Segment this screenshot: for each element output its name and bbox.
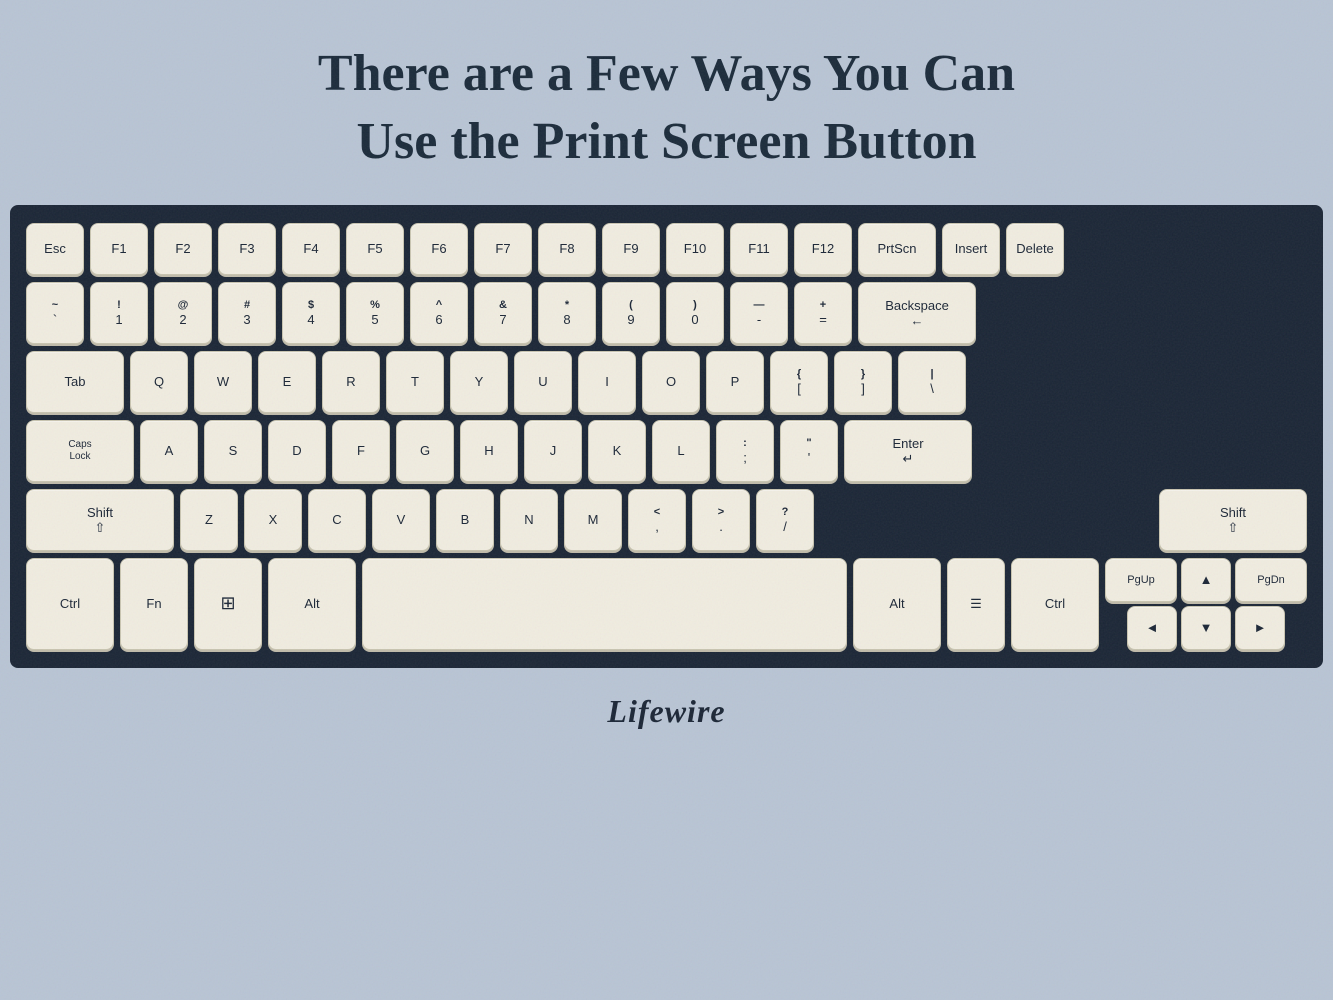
fn-key-row: Esc F1 F2 F3 F4 F5 F6 F7 F8 F9 F10 F11 F… (26, 223, 1307, 275)
key-up[interactable]: ▲ (1181, 558, 1231, 602)
key-shift-left[interactable]: Shift ⇧ (26, 489, 174, 551)
key-n[interactable]: N (500, 489, 558, 551)
key-backspace[interactable]: Backspace ← (858, 282, 976, 344)
key-comma[interactable]: < , (628, 489, 686, 551)
key-h[interactable]: H (460, 420, 518, 482)
number-row: ~ ` ! 1 @ 2 # 3 $ 4 % 5 (26, 282, 1307, 344)
key-f10[interactable]: F10 (666, 223, 724, 275)
key-ctrl-right[interactable]: Ctrl (1011, 558, 1099, 650)
qwerty-row: Tab Q W E R T Y U I O P { [ } ] | \ (26, 351, 1307, 413)
key-enter[interactable]: Enter ↵ (844, 420, 972, 482)
key-s[interactable]: S (204, 420, 262, 482)
key-i[interactable]: I (578, 351, 636, 413)
key-quote[interactable]: " ' (780, 420, 838, 482)
key-d[interactable]: D (268, 420, 326, 482)
key-5[interactable]: % 5 (346, 282, 404, 344)
key-2[interactable]: @ 2 (154, 282, 212, 344)
key-p[interactable]: P (706, 351, 764, 413)
keyboard: Esc F1 F2 F3 F4 F5 F6 F7 F8 F9 F10 F11 F… (10, 205, 1323, 668)
brand-logo: Lifewire (0, 668, 1333, 750)
key-f4[interactable]: F4 (282, 223, 340, 275)
key-capslock[interactable]: Caps Lock (26, 420, 134, 482)
key-0[interactable]: ) 0 (666, 282, 724, 344)
key-j[interactable]: J (524, 420, 582, 482)
page-title: There are a Few Ways You Can Use the Pri… (0, 0, 1333, 205)
nav-cluster: PgUp ▲ PgDn ◄ ▼ ► (1105, 558, 1307, 650)
key-f5[interactable]: F5 (346, 223, 404, 275)
key-f9[interactable]: F9 (602, 223, 660, 275)
key-o[interactable]: O (642, 351, 700, 413)
key-insert[interactable]: Insert (942, 223, 1000, 275)
key-slash[interactable]: ? / (756, 489, 814, 551)
bottom-row: Ctrl Fn ⊞ Alt Alt ☰ Ctrl PgUp ▲ PgDn ◄ ▼ (26, 558, 1307, 650)
key-g[interactable]: G (396, 420, 454, 482)
key-windows[interactable]: ⊞ (194, 558, 262, 650)
key-4[interactable]: $ 4 (282, 282, 340, 344)
key-left[interactable]: ◄ (1127, 606, 1177, 650)
key-f7[interactable]: F7 (474, 223, 532, 275)
key-f1[interactable]: F1 (90, 223, 148, 275)
key-w[interactable]: W (194, 351, 252, 413)
key-z[interactable]: Z (180, 489, 238, 551)
key-7[interactable]: & 7 (474, 282, 532, 344)
key-ctrl-left[interactable]: Ctrl (26, 558, 114, 650)
key-delete[interactable]: Delete (1006, 223, 1064, 275)
key-pgup[interactable]: PgUp (1105, 558, 1177, 602)
key-u[interactable]: U (514, 351, 572, 413)
key-1[interactable]: ! 1 (90, 282, 148, 344)
key-3[interactable]: # 3 (218, 282, 276, 344)
key-x[interactable]: X (244, 489, 302, 551)
key-f3[interactable]: F3 (218, 223, 276, 275)
key-pgdn[interactable]: PgDn (1235, 558, 1307, 602)
key-pipe[interactable]: | \ (898, 351, 966, 413)
key-minus[interactable]: — - (730, 282, 788, 344)
key-fn[interactable]: Fn (120, 558, 188, 650)
key-menu[interactable]: ☰ (947, 558, 1005, 650)
key-9[interactable]: ( 9 (602, 282, 660, 344)
key-alt-left[interactable]: Alt (268, 558, 356, 650)
key-f6[interactable]: F6 (410, 223, 468, 275)
key-esc[interactable]: Esc (26, 223, 84, 275)
key-f[interactable]: F (332, 420, 390, 482)
key-c[interactable]: C (308, 489, 366, 551)
key-down[interactable]: ▼ (1181, 606, 1231, 650)
key-e[interactable]: E (258, 351, 316, 413)
key-tab[interactable]: Tab (26, 351, 124, 413)
key-period[interactable]: > . (692, 489, 750, 551)
key-semicolon[interactable]: : ; (716, 420, 774, 482)
key-f2[interactable]: F2 (154, 223, 212, 275)
key-f12[interactable]: F12 (794, 223, 852, 275)
key-lbracket[interactable]: { [ (770, 351, 828, 413)
key-y[interactable]: Y (450, 351, 508, 413)
key-prtscn[interactable]: PrtScn (858, 223, 936, 275)
key-v[interactable]: V (372, 489, 430, 551)
shift-row: Shift ⇧ Z X C V B N M < , > . ? / Shif (26, 489, 1307, 551)
key-q[interactable]: Q (130, 351, 188, 413)
key-rbracket[interactable]: } ] (834, 351, 892, 413)
key-right[interactable]: ► (1235, 606, 1285, 650)
key-spacebar[interactable] (362, 558, 847, 650)
asdf-row: Caps Lock A S D F G H J K L : ; " ' Ente… (26, 420, 1307, 482)
key-r[interactable]: R (322, 351, 380, 413)
key-equals[interactable]: + = (794, 282, 852, 344)
key-6[interactable]: ^ 6 (410, 282, 468, 344)
key-shift-right[interactable]: Shift ⇧ (1159, 489, 1307, 551)
key-alt-right[interactable]: Alt (853, 558, 941, 650)
key-t[interactable]: T (386, 351, 444, 413)
key-m[interactable]: M (564, 489, 622, 551)
key-f8[interactable]: F8 (538, 223, 596, 275)
key-k[interactable]: K (588, 420, 646, 482)
key-l[interactable]: L (652, 420, 710, 482)
key-b[interactable]: B (436, 489, 494, 551)
key-backtick[interactable]: ~ ` (26, 282, 84, 344)
key-a[interactable]: A (140, 420, 198, 482)
key-8[interactable]: * 8 (538, 282, 596, 344)
key-f11[interactable]: F11 (730, 223, 788, 275)
